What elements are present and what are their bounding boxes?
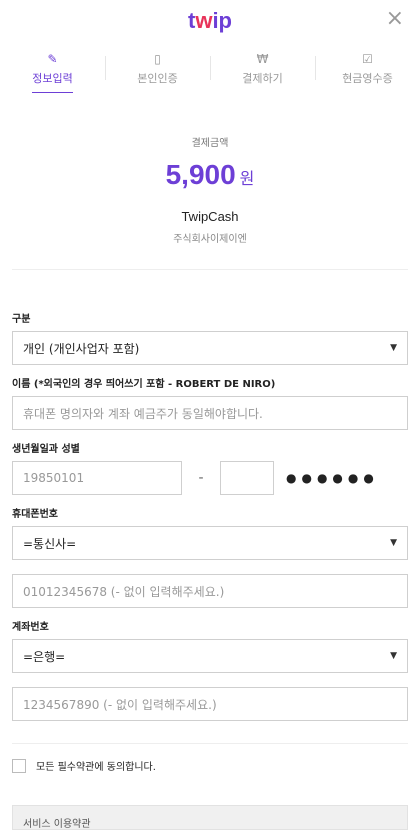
price: 5,900 원 <box>12 159 408 191</box>
carrier-select[interactable]: =통신사= ▼ <box>12 526 408 560</box>
phone-input[interactable]: 01012345678 (- 없이 입력해주세요.) <box>12 574 408 608</box>
type-select[interactable]: 개인 (개인사업자 포함) ▼ <box>12 331 408 365</box>
phone-label: 휴대폰번호 <box>12 509 58 520</box>
pencil-icon: ✎ <box>47 52 58 66</box>
chevron-down-icon: ▼ <box>390 651 397 661</box>
info-form: 구분 개인 (개인사업자 포함) ▼ 이름 (*외국인의 경우 띄어쓰기 포함 … <box>0 310 420 773</box>
step-receipt: ☑ 현금영수증 <box>315 52 420 86</box>
step-label: 본인인증 <box>137 72 178 85</box>
agree-label[interactable]: 모든 필수약관에 동의합니다. <box>36 758 156 773</box>
step-verify: ▯ 본인인증 <box>105 52 210 86</box>
bank-select[interactable]: =은행= ▼ <box>12 639 408 673</box>
carrier-value: =통신사= <box>23 536 77 551</box>
gender-input[interactable] <box>220 461 274 495</box>
birth-row: 19850101 - ●●●●●● <box>12 461 408 495</box>
masked-digits: ●●●●●● <box>286 471 379 485</box>
name-input[interactable]: 휴대폰 명의자와 계좌 예금주가 동일해야합니다. <box>12 396 408 430</box>
check-icon: ☑ <box>362 52 373 66</box>
step-nav: ✎ 정보입력 ▯ 본인인증 ₩ 결제하기 ☑ 현금영수증 <box>0 40 420 100</box>
service-name: TwipCash <box>181 209 239 224</box>
birth-input[interactable]: 19850101 <box>12 461 182 495</box>
birth-label: 생년월일과 성별 <box>12 444 80 455</box>
won-icon: ₩ <box>256 52 269 66</box>
amount-caption: 결제금액 <box>191 138 229 149</box>
step-pay: ₩ 결제하기 <box>210 52 315 86</box>
phone-icon: ▯ <box>154 52 161 66</box>
step-label: 현금영수증 <box>342 72 393 85</box>
agree-all: 모든 필수약관에 동의합니다. <box>12 743 408 773</box>
type-label: 구분 <box>12 314 31 325</box>
currency-unit: 원 <box>239 169 255 188</box>
name-label: 이름 (*외국인의 경우 띄어쓰기 포함 - ROBERT DE NIRO) <box>12 379 276 390</box>
logo-suffix: ip <box>212 8 232 33</box>
agree-checkbox[interactable] <box>12 758 26 773</box>
birth-dash: - <box>198 470 204 486</box>
company-name: 주식회사이제이엔 <box>173 234 247 245</box>
close-icon[interactable]: × <box>386 8 404 30</box>
twip-logo: twip <box>0 8 420 34</box>
header: twip × <box>0 0 420 40</box>
bank-value: =은행= <box>23 649 66 664</box>
step-info: ✎ 정보입력 <box>0 52 105 93</box>
chevron-down-icon: ▼ <box>390 343 397 353</box>
payment-summary: 결제금액 5,900 원 TwipCash 주식회사이제이엔 <box>12 100 408 270</box>
account-label: 계좌번호 <box>12 622 49 633</box>
terms-of-service[interactable]: 서비스 이용약관 <box>12 805 408 830</box>
amount-value: 5,900 <box>165 159 236 190</box>
type-value: 개인 (개인사업자 포함) <box>23 341 140 356</box>
chevron-down-icon: ▼ <box>390 538 397 548</box>
account-input[interactable]: 1234567890 (- 없이 입력해주세요.) <box>12 687 408 721</box>
logo-heart: w <box>195 8 213 33</box>
step-label: 결제하기 <box>242 72 283 85</box>
step-label: 정보입력 <box>32 70 73 93</box>
